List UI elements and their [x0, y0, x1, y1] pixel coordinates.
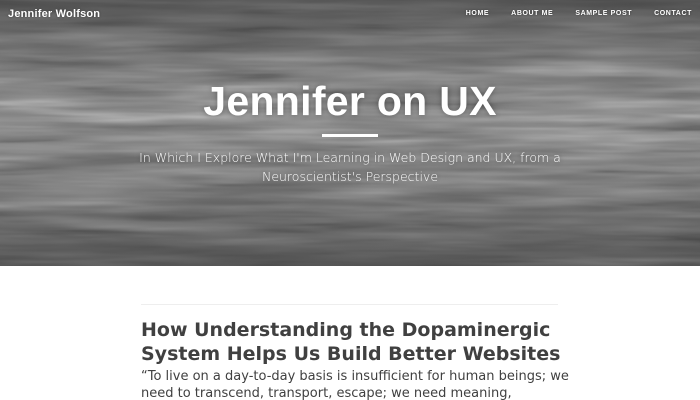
nav-contact-link[interactable]: Contact — [654, 10, 692, 17]
brand-link[interactable]: Jennifer Wolfson — [8, 8, 100, 20]
site-title: Jennifer on UX — [203, 78, 497, 124]
nav-home-link[interactable]: Home — [466, 10, 489, 17]
page: Jennifer Wolfson Home About Me Sample Po… — [0, 0, 700, 400]
title-divider — [322, 134, 378, 137]
site-subtitle: In Which I Explore What I'm Learning in … — [139, 150, 561, 184]
post-excerpt: “To live on a day-to-day basis is insuff… — [141, 369, 569, 400]
nav-about-link[interactable]: About Me — [511, 10, 553, 17]
post-title-link[interactable]: How Understanding the Dopaminergic Syste… — [141, 318, 581, 366]
main-nav: Home About Me Sample Post Contact — [444, 10, 692, 17]
header-hero: Jennifer Wolfson Home About Me Sample Po… — [0, 0, 700, 266]
hero-overlay — [0, 0, 700, 266]
nav-sample-post-link[interactable]: Sample Post — [575, 10, 632, 17]
post-divider — [141, 304, 558, 305]
